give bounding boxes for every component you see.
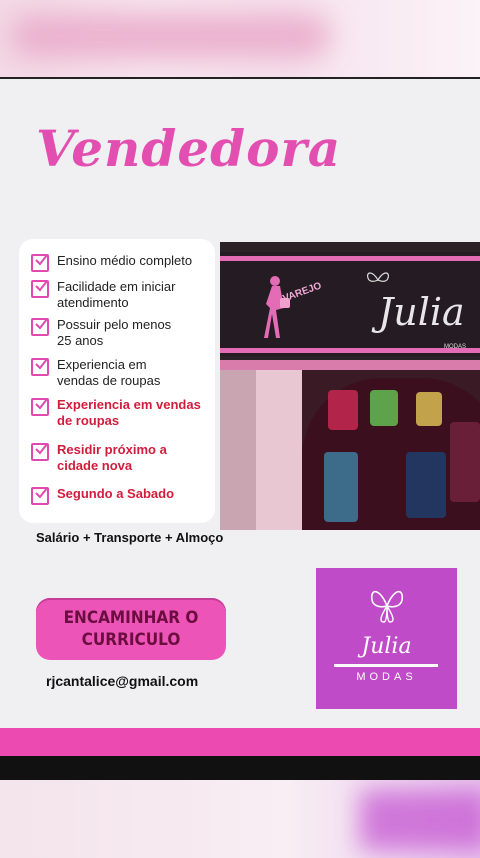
butterfly-icon bbox=[367, 272, 389, 282]
checkbox-check-icon bbox=[31, 443, 49, 461]
checkbox-check-icon bbox=[31, 280, 49, 298]
logo-divider bbox=[334, 664, 438, 667]
clothing-item bbox=[370, 390, 398, 426]
blurred-blob bbox=[10, 14, 330, 58]
requirement-text-highlight: Segundo a Sabado bbox=[57, 486, 175, 501]
store-sign-sub: MODAS bbox=[444, 344, 467, 350]
send-resume-button[interactable]: ENCAMINHAR O CURRICULO bbox=[36, 598, 226, 660]
benefits-text: Salário + Transporte + Almoço bbox=[36, 530, 224, 545]
requirement-item: Facilidade em iniciar atendimento bbox=[31, 279, 217, 311]
poster-title: Vendedora bbox=[36, 119, 342, 178]
clothing-item bbox=[416, 392, 442, 426]
checkbox-check-icon bbox=[31, 254, 49, 272]
clothing-item bbox=[324, 452, 358, 522]
requirement-text-highlight: Experiencia em vendas de roupas bbox=[57, 397, 201, 428]
storefront-photo: VAREJO Julia MODAS bbox=[220, 242, 480, 530]
pillar bbox=[256, 370, 302, 530]
clothing-item bbox=[406, 452, 446, 518]
job-poster: Vendedora Ensino médio completo Facilida… bbox=[0, 79, 480, 729]
requirement-item: Segundo a Sabado bbox=[31, 486, 217, 505]
checkbox-check-icon bbox=[31, 318, 49, 336]
requirement-item: Ensino médio completo bbox=[31, 253, 217, 272]
clothing-item bbox=[450, 422, 480, 502]
contact-email[interactable]: rjcantalice@gmail.com bbox=[46, 673, 198, 689]
requirement-text-highlight: Residir próximo a cidade nova bbox=[57, 442, 167, 473]
blurred-blob bbox=[360, 790, 480, 850]
footer-black-bar bbox=[0, 756, 480, 780]
woman-silhouette-icon bbox=[264, 276, 290, 338]
blurred-top-background bbox=[0, 0, 480, 78]
checkbox-check-icon bbox=[31, 398, 49, 416]
requirements-card: Ensino médio completo Facilidade em inic… bbox=[19, 239, 215, 523]
store-sign: VAREJO Julia MODAS bbox=[220, 252, 480, 356]
footer-pink-bar bbox=[0, 728, 480, 756]
wall bbox=[220, 370, 256, 530]
requirement-text: Experiencia em vendas de roupas bbox=[57, 357, 161, 388]
butterfly-icon bbox=[370, 590, 404, 623]
sign-stripe bbox=[220, 348, 480, 353]
requirement-text: Possuir pelo menos 25 anos bbox=[57, 317, 172, 348]
requirement-item: Residir próximo a cidade nova bbox=[31, 442, 177, 474]
store-sign-name: Julia bbox=[378, 290, 465, 334]
requirement-item: Possuir pelo menos 25 anos bbox=[31, 317, 187, 349]
send-resume-label: ENCAMINHAR O CURRICULO bbox=[63, 608, 199, 650]
checkbox-check-icon bbox=[31, 358, 49, 376]
checkbox-check-icon bbox=[31, 487, 49, 505]
clothing-item bbox=[328, 390, 358, 430]
requirement-text: Facilidade em iniciar atendimento bbox=[57, 279, 176, 310]
logo-script: Julia bbox=[361, 634, 412, 659]
logo-subtitle: MODAS bbox=[356, 671, 417, 683]
requirement-text: Ensino médio completo bbox=[57, 253, 193, 268]
store-logo: Julia MODAS bbox=[316, 568, 457, 709]
blurred-bottom-background bbox=[0, 780, 480, 858]
requirement-item: Experiencia em vendas de roupas bbox=[31, 397, 217, 429]
awning bbox=[220, 360, 480, 370]
requirement-item: Experiencia em vendas de roupas bbox=[31, 357, 182, 389]
sign-stripe bbox=[220, 256, 480, 261]
